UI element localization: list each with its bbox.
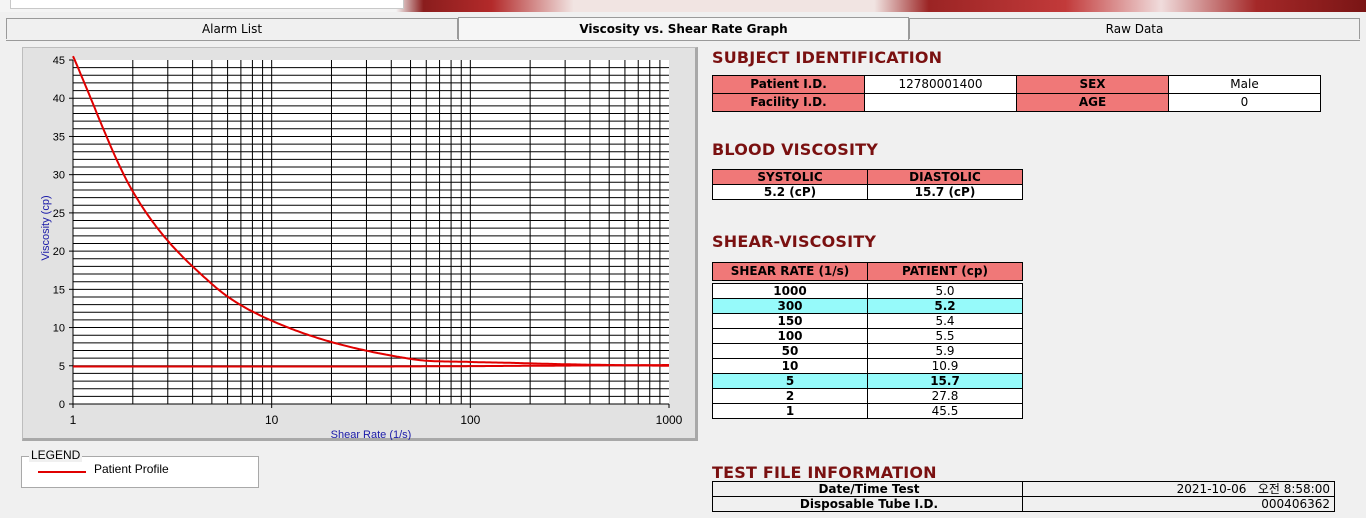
x-axis-label: Shear Rate (1/s) [331,429,412,440]
y-tick-label: 30 [53,170,65,182]
blood-viscosity-table: SYSTOLIC DIASTOLIC 5.2 (cP) 15.7 (cP) [712,169,1023,200]
table-row: 100 5.5 [712,328,1023,344]
viscosity-chart: 0 5 10 15 20 25 30 35 40 45 1 10 100 1000 Shear Rate (… [40,55,683,440]
table-row: 1000 5.0 [712,283,1023,299]
table-row: 5 15.7 [712,373,1023,389]
tube-id-value: 000406362 [1022,496,1335,512]
table-row: 150 5.4 [712,313,1023,329]
y-tick-label: 45 [53,55,65,67]
patient-cell: 10.9 [867,358,1023,374]
tab-raw-data[interactable]: Raw Data [909,18,1360,39]
patient-cell: 15.7 [867,373,1023,389]
table-row: 300 5.2 [712,298,1023,314]
shear-rate-cell: 5 [712,373,868,389]
table-row: 50 5.9 [712,343,1023,359]
sex-value: Male [1168,75,1321,94]
banner-panel [10,0,404,9]
subject-identification-title: SUBJECT IDENTIFICATION [712,48,943,67]
test-file-table: Date/Time Test 2021-10-06 오전 8:58:00 Dis… [712,481,1335,512]
y-tick-label: 35 [53,131,65,143]
table-row: 10 10.9 [712,358,1023,374]
tab-divider [6,40,1360,41]
header-banner [0,0,1366,12]
age-value: 0 [1168,93,1321,112]
y-tick-label: 20 [53,246,65,258]
diastolic-label: DIASTOLIC [867,169,1023,185]
facility-id-value [864,93,1017,112]
patient-cell: 5.5 [867,328,1023,344]
facility-id-label: Facility I.D. [712,93,865,112]
sex-label: SEX [1016,75,1169,94]
y-tick-label: 10 [53,323,65,335]
patient-cell: 45.5 [867,403,1023,419]
shear-rate-cell: 100 [712,328,868,344]
tab-bar: Alarm List Viscosity vs. Shear Rate Grap… [6,17,1360,40]
patient-cell: 5.4 [867,313,1023,329]
diastolic-value: 15.7 (cP) [867,184,1023,200]
patient-id-label: Patient I.D. [712,75,865,94]
chart-panel: 0 5 10 15 20 25 30 35 40 45 1 10 100 1000 Shear Rate (… [22,47,698,441]
x-tick-label: 1 [70,413,77,427]
subject-table: Patient I.D. 12780001400 SEX Male Facili… [712,75,1321,112]
legend-label: Patient Profile [94,462,169,476]
patient-cell: 5.0 [867,283,1023,299]
x-tick-label: 100 [460,413,480,427]
legend-box: LEGEND Patient Profile [21,448,259,488]
patient-id-value: 12780001400 [864,75,1017,94]
y-tick-label: 0 [59,399,65,411]
y-tick-label: 25 [53,208,65,220]
patient-cell: 27.8 [867,388,1023,404]
tube-id-label: Disposable Tube I.D. [712,496,1023,512]
patient-cell: 5.2 [867,298,1023,314]
tab-viscosity-graph[interactable]: Viscosity vs. Shear Rate Graph [458,17,909,40]
shear-rate-cell: 1 [712,403,868,419]
tab-alarm-list[interactable]: Alarm List [6,18,458,39]
legend-title: LEGEND [29,448,83,462]
table-row: 1 45.5 [712,403,1023,419]
datetime-value: 2021-10-06 오전 8:58:00 [1022,481,1335,497]
datetime-label: Date/Time Test [712,481,1023,497]
age-label: AGE [1016,93,1169,112]
y-tick-label: 5 [59,361,65,373]
shear-rate-header: SHEAR RATE (1/s) [712,262,868,281]
shear-rate-cell: 50 [712,343,868,359]
shear-rate-cell: 300 [712,298,868,314]
y-axis-label: Viscosity (cp) [40,195,52,260]
shear-rate-cell: 10 [712,358,868,374]
y-tick-label: 15 [53,284,65,296]
shear-viscosity-table: SHEAR RATE (1/s) PATIENT (cp) 1000 5.0 3… [712,262,1023,419]
table-row: 2 27.8 [712,388,1023,404]
shear-rate-cell: 1000 [712,283,868,299]
shear-rate-cell: 150 [712,313,868,329]
legend-swatch [38,471,86,473]
systolic-label: SYSTOLIC [712,169,868,185]
shear-rate-cell: 2 [712,388,868,404]
patient-header: PATIENT (cp) [867,262,1023,281]
patient-cell: 5.9 [867,343,1023,359]
x-tick-label: 1000 [656,413,683,427]
x-tick-label: 10 [265,413,279,427]
test-file-info-title: TEST FILE INFORMATION [712,463,937,482]
y-tick-label: 40 [53,93,65,105]
blood-viscosity-title: BLOOD VISCOSITY [712,140,879,159]
shear-viscosity-title: SHEAR-VISCOSITY [712,232,877,251]
systolic-value: 5.2 (cP) [712,184,868,200]
